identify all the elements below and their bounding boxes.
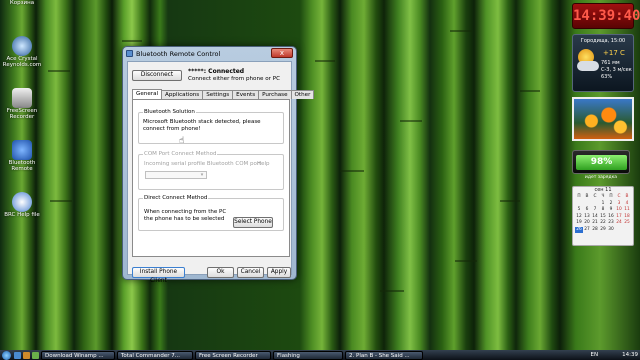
system-tray: EN 14:39 (591, 350, 638, 360)
connection-hint: Connect either from phone or PC (188, 76, 281, 82)
taskbar-item[interactable]: Flashing (273, 350, 343, 360)
calendar-day[interactable]: 29 (599, 227, 607, 234)
taskbar: Download Winamp ... Total Commander 7...… (0, 350, 640, 360)
com-port-text: Incoming serial profile Bluetooth COM po… (144, 161, 262, 167)
bluetooth-icon (12, 140, 32, 160)
desktop-icon-freescreen[interactable]: FreeScreen Recorder (2, 88, 42, 120)
apply-button[interactable]: Apply (267, 267, 291, 278)
tab-settings[interactable]: Settings (202, 90, 234, 99)
bluetooth-solution-group: Bluetooth Solution Microsoft Bluetooth s… (138, 109, 284, 146)
com-port-group: COM Port Connect Method Incoming serial … (138, 151, 284, 190)
weather-city: Городища, 15:00 (580, 38, 626, 44)
desktop-icon-label: FreeScreen Recorder (6, 108, 38, 120)
calendar-month: сен 11 (594, 187, 612, 193)
taskbar-item[interactable]: 2. Plan B - She Said ... (345, 350, 423, 360)
tab-purchase[interactable]: Purchase (258, 90, 292, 99)
tab-applications[interactable]: Applications (161, 90, 204, 99)
group-legend: Bluetooth Solution (143, 109, 196, 115)
window-title: Bluetooth Remote Control (136, 49, 221, 58)
connection-status: *****: Connected (188, 68, 245, 75)
chevron-down-icon: ▾ (200, 172, 204, 178)
com-port-select[interactable]: ▾ (145, 171, 207, 179)
quicklaunch-icon[interactable] (32, 351, 39, 359)
recorder-icon (12, 88, 32, 108)
weather-wind: С-З, 3 м/сек (601, 67, 632, 73)
desktop-icon-label: Bluetooth Remote (8, 160, 36, 172)
mouse-cursor-icon: ☝ (179, 136, 185, 146)
weather-gadget[interactable]: Городища, 15:00 +17 C 761 мм С-З, 3 м/се… (572, 34, 634, 92)
taskbar-item[interactable]: Download Winamp ... (41, 350, 115, 360)
stack-detected-text: Microsoft Bluetooth stack detected, plea… (143, 119, 261, 132)
direct-connect-group: Direct Connect Method When connecting fr… (138, 195, 284, 231)
battery-gadget[interactable]: 98% (572, 150, 630, 174)
select-phone-button[interactable]: Select Phone (233, 217, 273, 228)
calendar-grid: П В С Ч П С В 1 2 3 4 5 6 7 8 9 10 11 12 13 14 15 16 17 18 19 20 21… (573, 194, 633, 233)
taskbar-clock[interactable]: 14:39 (622, 352, 638, 358)
cancel-button[interactable]: Cancel (237, 267, 264, 278)
calendar-gadget[interactable]: сен 11 П В С Ч П С В 1 2 3 4 5 6 7 8 9 10 11 12 13 14 15 16 17 1… (572, 186, 634, 246)
calendar-day (623, 227, 631, 234)
direct-connect-text: When connecting from the PC the phone ha… (144, 209, 227, 222)
calendar-day[interactable]: 30 (607, 227, 615, 234)
tab-events[interactable]: Events (232, 90, 260, 99)
close-button[interactable]: x (271, 48, 293, 58)
clock-gadget[interactable]: 14:39:40 (572, 3, 640, 29)
tab-general[interactable]: General (132, 89, 163, 99)
crystal-icon (12, 36, 32, 56)
desktop-icon-label: BRC Help file (4, 212, 40, 218)
calendar-day[interactable]: 26 (575, 226, 583, 233)
install-phone-client-button[interactable]: Install Phone Client (132, 267, 185, 284)
bluetooth-remote-window: Bluetooth Remote Control x Disconnect **… (122, 46, 315, 284)
general-panel: Bluetooth Solution Microsoft Bluetooth s… (132, 99, 290, 257)
taskbar-item[interactable]: Total Commander 7... (117, 350, 193, 360)
battery-level: 98% (576, 155, 627, 170)
desktop-icon-label: Ace Crystal Reynolds.com (2, 56, 42, 68)
desktop-icon-label: Корзина (9, 0, 35, 6)
app-icon (126, 50, 133, 57)
photo-gadget[interactable] (572, 97, 634, 141)
com-port-help-link[interactable]: Help (257, 161, 270, 168)
battery-status: идет зарядка (584, 175, 618, 180)
weather-humidity: 63% (601, 74, 613, 80)
window-client: Disconnect *****: Connected Connect eith… (127, 61, 315, 284)
ok-button[interactable]: Ok (207, 267, 234, 278)
quicklaunch-icon[interactable] (14, 351, 21, 359)
weather-pressure: 761 мм (601, 60, 620, 66)
group-legend: COM Port Connect Method (143, 151, 218, 157)
help-icon (12, 192, 32, 212)
desktop-icon-help-file[interactable]: BRC Help file (2, 192, 42, 218)
calendar-day (615, 227, 623, 234)
language-indicator[interactable]: EN (591, 352, 599, 358)
taskbar-item[interactable]: Free Screen Recorder (195, 350, 271, 360)
desktop-icon-recycle-bin[interactable]: Корзина (2, 0, 42, 6)
tab-other[interactable]: Other (290, 90, 315, 99)
disconnect-button[interactable]: Disconnect (132, 70, 182, 81)
desktop-icon-ace-crystal[interactable]: Ace Crystal Reynolds.com (2, 36, 42, 68)
group-legend: Direct Connect Method (143, 195, 209, 201)
calendar-day[interactable]: 27 (583, 227, 591, 234)
weather-temp: +17 C (603, 49, 625, 57)
quicklaunch-icon[interactable] (23, 351, 30, 359)
start-button[interactable] (2, 350, 11, 360)
cloud-icon (577, 61, 599, 71)
desktop-icon-bluetooth-remote[interactable]: Bluetooth Remote (2, 140, 42, 172)
calendar-day[interactable]: 28 (591, 227, 599, 234)
